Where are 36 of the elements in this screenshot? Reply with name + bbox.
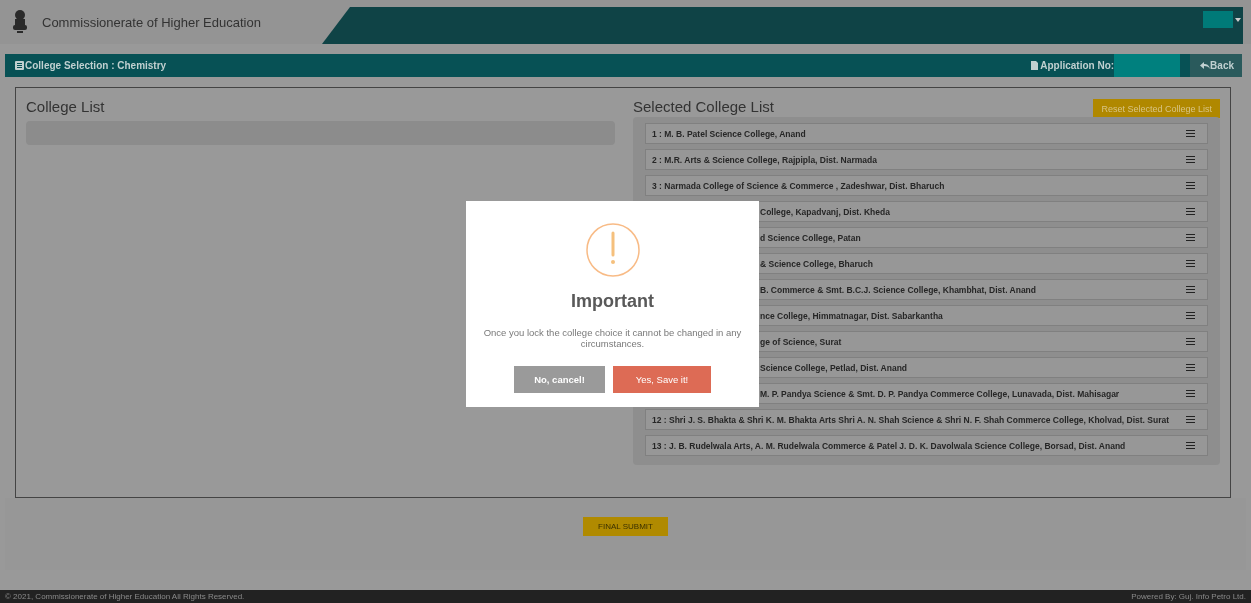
warning-icon — [585, 223, 640, 277]
drag-handle-icon[interactable] — [1186, 286, 1195, 293]
emblem-icon — [12, 9, 28, 35]
final-submit-button[interactable]: FINAL SUBMIT — [583, 517, 668, 536]
drag-handle-icon[interactable] — [1186, 182, 1195, 189]
college-list-heading: College List — [26, 98, 106, 115]
drag-handle-icon[interactable] — [1186, 234, 1195, 241]
reply-icon — [1200, 62, 1211, 69]
file-icon — [1030, 61, 1040, 70]
cancel-button[interactable]: No, cancel! — [514, 366, 605, 393]
powered-by-text: Powered By: Guj. Info Petro Ltd. — [1131, 592, 1246, 601]
college-row[interactable]: 1 : M. B. Patel Science College, Anand — [645, 123, 1208, 144]
drag-handle-icon[interactable] — [1186, 130, 1195, 137]
application-number-field — [1114, 54, 1181, 77]
copyright-text: © 2021, Commissionerate of Higher Education All Rights Reserved. — [5, 592, 245, 601]
confirm-button[interactable]: Yes, Save it! — [613, 366, 711, 393]
caret-icon[interactable] — [1235, 18, 1241, 22]
drag-handle-icon[interactable] — [1186, 442, 1195, 449]
document-icon — [15, 61, 24, 70]
college-row[interactable]: 12 : Shri J. S. Bhakta & Shri K. M. Bhakta Arts Shri A. N. Shah Science & Shri N. F. Shah Commerce College, Kholvad, Dist. Surat — [645, 409, 1208, 430]
drag-handle-icon[interactable] — [1186, 208, 1195, 215]
application-label: Application No: — [1040, 60, 1115, 71]
drag-handle-icon[interactable] — [1186, 338, 1195, 345]
college-row[interactable]: 3 : Narmada College of Science & Commerce , Zadeshwar, Dist. Bharuch — [645, 175, 1208, 196]
drag-handle-icon[interactable] — [1186, 312, 1195, 319]
page-title: College Selection : Chemistry — [25, 60, 168, 71]
drag-handle-icon[interactable] — [1186, 364, 1195, 371]
drag-handle-icon[interactable] — [1186, 156, 1195, 163]
college-row[interactable]: 2 : M.R. Arts & Science College, Rajpipla, Dist. Narmada — [645, 149, 1208, 170]
drag-handle-icon[interactable] — [1186, 260, 1195, 267]
college-row[interactable]: 13 : J. B. Rudelwala Arts, A. M. Rudelwala Commerce & Patel J. D. K. Davolwala Science College, Borsad, Dist. Anand — [645, 435, 1208, 456]
site-title: Commissionerate of Higher Education — [42, 14, 261, 30]
drag-handle-icon[interactable] — [1186, 416, 1195, 423]
back-button[interactable]: Back — [1190, 54, 1242, 77]
drag-handle-icon[interactable] — [1186, 390, 1195, 397]
selected-list-heading: Selected College List — [633, 98, 774, 115]
